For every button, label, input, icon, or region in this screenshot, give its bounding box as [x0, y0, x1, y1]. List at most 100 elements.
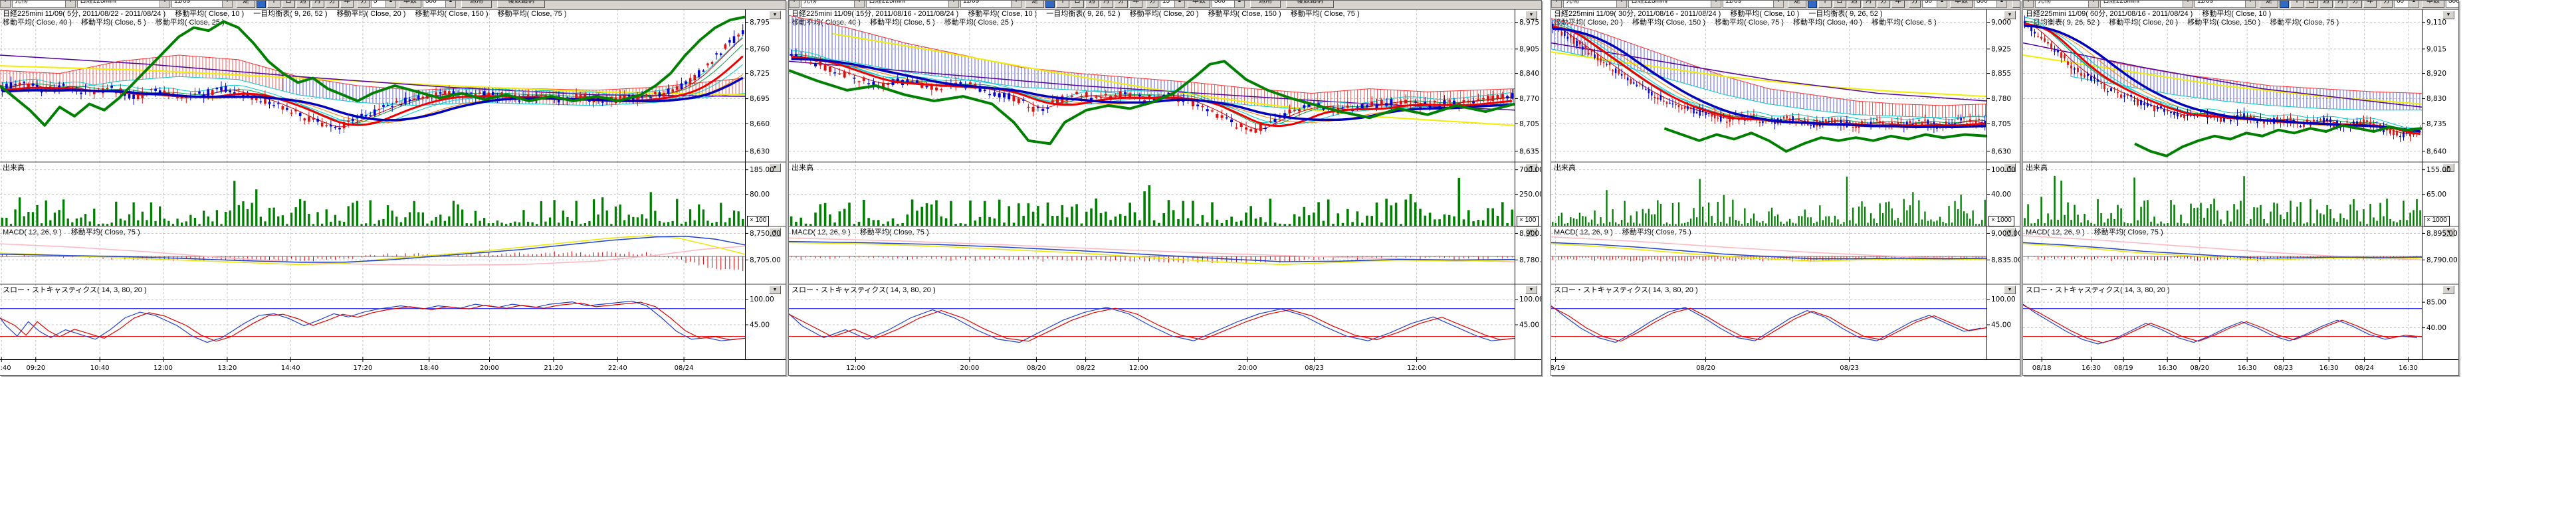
chart-canvas[interactable]: 9,0008,9258,8558,7808,7058,630100.0040.0… — [1551, 9, 2020, 376]
apply-button[interactable]: 適用 — [1250, 1, 1281, 8]
volume-bar — [1783, 224, 1784, 226]
symbol-combobox[interactable]: 日経225mini▼ — [1628, 1, 1721, 8]
combo-arrow-icon[interactable]: ▼ — [65, 1, 75, 7]
symbol-combobox[interactable]: 日経225mini▼ — [866, 1, 959, 8]
ashi-type-button[interactable]: 足 — [2260, 1, 2278, 8]
combo-arrow-icon[interactable]: ▼ — [2023, 1, 2033, 7]
period-tick-button[interactable]: T — [2290, 1, 2304, 8]
category-combobox[interactable]: 先物▼ — [801, 1, 865, 8]
period-tick-button[interactable]: T — [267, 1, 280, 8]
multi-symbol-button[interactable]: 複数銘柄 — [497, 1, 545, 8]
period-month-button[interactable]: 月 — [1862, 1, 1876, 8]
combo-arrow-icon[interactable]: ▼ — [1773, 1, 1783, 7]
period-month-button[interactable]: 月 — [2334, 1, 2347, 8]
combo-arrow-icon[interactable]: ▼ — [789, 1, 799, 7]
volume-bar — [839, 211, 841, 226]
bar-count-spinner[interactable]: 300▲ — [1212, 1, 1245, 8]
period-week-button[interactable]: 週 — [2319, 1, 2333, 8]
volume-bar — [479, 221, 481, 226]
period-day-button[interactable]: 日 — [282, 1, 295, 8]
period-week-button[interactable]: 週 — [296, 1, 310, 8]
multi-symbol-button[interactable]: 複数銘柄 — [1286, 1, 1334, 8]
spinner-arrow-icon[interactable]: ▲ — [385, 1, 395, 7]
volume-bar — [544, 222, 546, 226]
period-year-button[interactable]: 年 — [1129, 1, 1142, 8]
category-combobox[interactable]: 先物▼ — [1563, 1, 1627, 8]
minute-value-spinner[interactable]: 5▲ — [371, 1, 396, 8]
category-combobox[interactable]: 先物▼ — [2035, 1, 2099, 8]
combo-arrow-icon[interactable]: ▼ — [222, 1, 232, 7]
period-year-button[interactable]: 年 — [2363, 1, 2377, 8]
period-month-button[interactable]: 月 — [311, 1, 324, 8]
period-day-button[interactable]: 日 — [2305, 1, 2318, 8]
combo-arrow-icon[interactable]: ▼ — [2183, 1, 2193, 7]
bar-count-spinner[interactable]: 300▲ — [423, 1, 456, 8]
contract-combobox[interactable]: 11/09▼ — [1723, 1, 1784, 8]
bar-count-spinner[interactable]: 300▲ — [2446, 1, 2458, 8]
period-minute-button[interactable]: 分 — [1115, 1, 1128, 8]
period-year-button[interactable]: 年 — [1891, 1, 1905, 8]
volume-bar — [2040, 197, 2042, 226]
period-minute-button[interactable]: 分 — [1877, 1, 1890, 8]
combo-arrow-icon[interactable]: ▼ — [854, 1, 864, 7]
period-week-button[interactable]: 週 — [1085, 1, 1099, 8]
contract-combobox[interactable]: 11/09▼ — [171, 1, 233, 8]
bar-count-label[interactable]: 本数 — [1188, 1, 1210, 8]
spinner-arrow-icon[interactable]: ▲ — [1234, 1, 1244, 7]
chart-canvas[interactable]: 8,9758,9058,8408,7708,7058,635700.00250.… — [789, 9, 1542, 376]
apply-button[interactable]: 適用 — [2012, 1, 2020, 8]
stoch-percent-k-line — [2023, 304, 2417, 344]
apply-button[interactable]: 適用 — [461, 1, 492, 8]
minute-unit-label[interactable]: 分 — [2381, 1, 2393, 8]
bar-count-label[interactable]: 本数 — [399, 1, 421, 8]
contract-combobox[interactable]: 11/09▼ — [2195, 1, 2256, 8]
period-tick-button[interactable]: T — [1056, 1, 1069, 8]
spinner-arrow-icon[interactable]: ▲ — [1174, 1, 1184, 7]
period-tick-button[interactable]: T — [1818, 1, 1832, 8]
spinner-arrow-icon[interactable]: ▲ — [2409, 1, 2418, 7]
period-week-button[interactable]: 週 — [1848, 1, 1861, 8]
spinner-arrow-icon[interactable]: ▲ — [445, 1, 455, 7]
ashi-type-button[interactable]: 足 — [1025, 1, 1044, 8]
bar-count-label[interactable]: 本数 — [2422, 1, 2444, 8]
minute-unit-label[interactable]: 分 — [1909, 1, 1921, 8]
ashi-type-button[interactable]: 足 — [1788, 1, 1806, 8]
minute-value-spinner[interactable]: 60▲ — [2394, 1, 2419, 8]
scroll-stub-combobox[interactable]: ▼ — [2023, 1, 2034, 8]
scroll-stub-combobox[interactable]: ▼ — [789, 1, 800, 8]
ashi-type-button[interactable]: 足 — [237, 1, 255, 8]
combo-arrow-icon[interactable]: ▼ — [1011, 1, 1021, 7]
chart-canvas[interactable]: 9,1109,0158,9208,8308,7358,640155.0065.0… — [2023, 9, 2459, 376]
category-combobox[interactable]: 先物▼ — [12, 1, 76, 8]
combo-arrow-icon[interactable]: ▼ — [2245, 1, 2255, 7]
combo-arrow-icon[interactable]: ▼ — [1616, 1, 1626, 7]
symbol-combobox[interactable]: 日経225mini▼ — [2100, 1, 2193, 8]
bar-count-label[interactable]: 本数 — [1950, 1, 1973, 8]
minute-value-spinner[interactable]: 15▲ — [1160, 1, 1185, 8]
minute-unit-label[interactable]: 分 — [358, 1, 370, 8]
period-year-button[interactable]: 年 — [340, 1, 354, 8]
combo-arrow-icon[interactable]: ▼ — [2088, 1, 2098, 7]
scroll-stub-combobox[interactable]: ▼ — [1551, 1, 1562, 8]
period-minute-button[interactable]: 分 — [326, 1, 339, 8]
combo-arrow-icon[interactable]: ▼ — [1551, 1, 1561, 7]
combo-arrow-icon[interactable]: ▼ — [0, 1, 10, 7]
spinner-arrow-icon[interactable]: ▲ — [1937, 1, 1947, 7]
period-minute-button[interactable]: 分 — [2349, 1, 2362, 8]
combo-arrow-icon[interactable]: ▼ — [160, 1, 169, 7]
combo-arrow-icon[interactable]: ▼ — [1711, 1, 1721, 7]
chart-canvas[interactable]: 8,7958,7608,7258,6958,6608,630185.0080.0… — [0, 9, 786, 376]
scroll-stub-combobox[interactable]: ▼ — [0, 1, 11, 8]
period-month-button[interactable]: 月 — [1100, 1, 1113, 8]
minute-unit-label[interactable]: 分 — [1146, 1, 1158, 8]
period-day-button[interactable]: 日 — [1833, 1, 1846, 8]
bar-count-spinner[interactable]: 300▲ — [1974, 1, 2007, 8]
combo-arrow-icon[interactable]: ▼ — [948, 1, 958, 7]
chart-window: ▼先物▼日経225mini▼11/09▼足T日週月分年分30▲本数300▲適用複… — [1551, 0, 2020, 376]
symbol-combobox[interactable]: 日経225mini▼ — [77, 1, 170, 8]
spinner-arrow-icon[interactable]: ▲ — [1996, 1, 2006, 7]
period-day-button[interactable]: 日 — [1071, 1, 1084, 8]
volume-bar — [352, 203, 354, 226]
contract-combobox[interactable]: 11/09▼ — [960, 1, 1021, 8]
minute-value-spinner[interactable]: 30▲ — [1922, 1, 1947, 8]
